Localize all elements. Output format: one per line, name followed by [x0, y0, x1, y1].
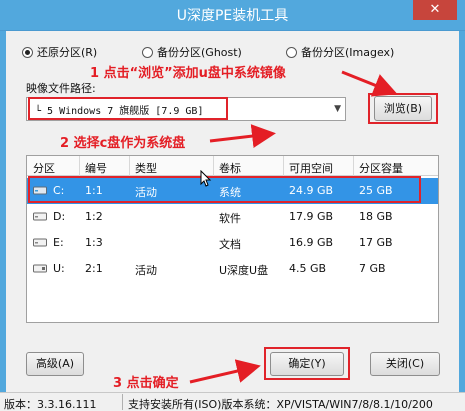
cell-label: 文档 [219, 238, 241, 251]
radio-restore-partition[interactable]: 还原分区(R) [22, 45, 97, 59]
radio-unchecked-icon [142, 46, 153, 58]
column-header-capacity: 分区容量 [359, 162, 403, 175]
radio-backup-imagex-label: 备份分区(Imagex) [301, 46, 395, 59]
window-title: U深度PE装机工具 [176, 8, 289, 24]
column-header-label: 卷标 [219, 162, 241, 175]
annotation-box-confirm [264, 347, 350, 380]
column-divider [129, 156, 130, 176]
close-button[interactable]: 关闭(C) [370, 352, 440, 376]
window-close-button[interactable]: ✕ [413, 0, 457, 20]
cell-label: U深度U盘 [219, 264, 269, 277]
status-divider [122, 394, 123, 410]
chevron-down-icon[interactable]: ▼ [334, 104, 341, 114]
status-version: 版本：3.3.16.111 [4, 398, 97, 411]
cell-drive: E: [53, 236, 64, 249]
table-row[interactable]: E: 1:3 文档 16.9 GB 17 GB [27, 230, 438, 256]
status-bar: 版本：3.3.16.111 支持安装所有(ISO)版本系统：XP/VISTA/W… [0, 392, 465, 411]
column-divider [353, 156, 354, 176]
cell-free-space: 16.9 GB [289, 236, 334, 249]
cell-number: 1:3 [85, 236, 103, 249]
column-divider [213, 156, 214, 176]
usb-disk-icon [33, 264, 47, 273]
column-header-free-space: 可用空间 [289, 162, 333, 175]
table-header: 分区 编号 类型 卷标 可用空间 分区容量 [27, 156, 438, 176]
column-header-number: 编号 [85, 162, 107, 175]
title-bar: U深度PE装机工具 ✕ [0, 0, 465, 31]
hard-disk-icon [33, 238, 47, 247]
cell-label: 软件 [219, 212, 241, 225]
mouse-cursor-icon [200, 170, 212, 187]
status-support: 支持安装所有(ISO)版本系统：XP/VISTA/WIN7/8/8.1/10/2… [128, 398, 433, 411]
cell-number: 2:1 [85, 262, 103, 275]
annotation-box-image-path [28, 97, 228, 120]
radio-checked-icon [22, 46, 33, 58]
hard-disk-icon [33, 212, 47, 221]
image-path-label: 映像文件路径: [26, 82, 96, 95]
annotation-box-c-drive [28, 176, 421, 203]
annotation-step3: 3 点击确定 [113, 376, 179, 391]
cell-free-space: 4.5 GB [289, 262, 327, 275]
column-divider [79, 156, 80, 176]
column-header-type: 类型 [135, 162, 157, 175]
column-divider [283, 156, 284, 176]
cell-type: 活动 [135, 264, 157, 277]
annotation-box-browse [368, 93, 438, 124]
radio-backup-imagex[interactable]: 备份分区(Imagex) [286, 45, 394, 59]
radio-unchecked-icon [286, 46, 297, 58]
cell-capacity: 17 GB [359, 236, 393, 249]
table-row[interactable]: U: 2:1 活动 U深度U盘 4.5 GB 7 GB [27, 256, 438, 282]
cell-free-space: 17.9 GB [289, 210, 334, 223]
cell-drive: D: [53, 210, 66, 223]
radio-backup-ghost-label: 备份分区(Ghost) [157, 46, 242, 59]
table-row[interactable]: D: 1:2 软件 17.9 GB 18 GB [27, 204, 438, 230]
annotation-step2: 2 选择c盘作为系统盘 [60, 136, 186, 151]
advanced-button[interactable]: 高级(A) [26, 352, 84, 376]
column-header-partition: 分区 [33, 162, 55, 175]
cell-capacity: 7 GB [359, 262, 386, 275]
annotation-step1: 1 点击“浏览”添加u盘中系统镜像 [90, 66, 286, 81]
radio-restore-label: 还原分区(R) [37, 46, 98, 59]
cell-capacity: 18 GB [359, 210, 393, 223]
cell-number: 1:2 [85, 210, 103, 223]
radio-backup-ghost[interactable]: 备份分区(Ghost) [142, 45, 242, 59]
cell-drive: U: [53, 262, 65, 275]
